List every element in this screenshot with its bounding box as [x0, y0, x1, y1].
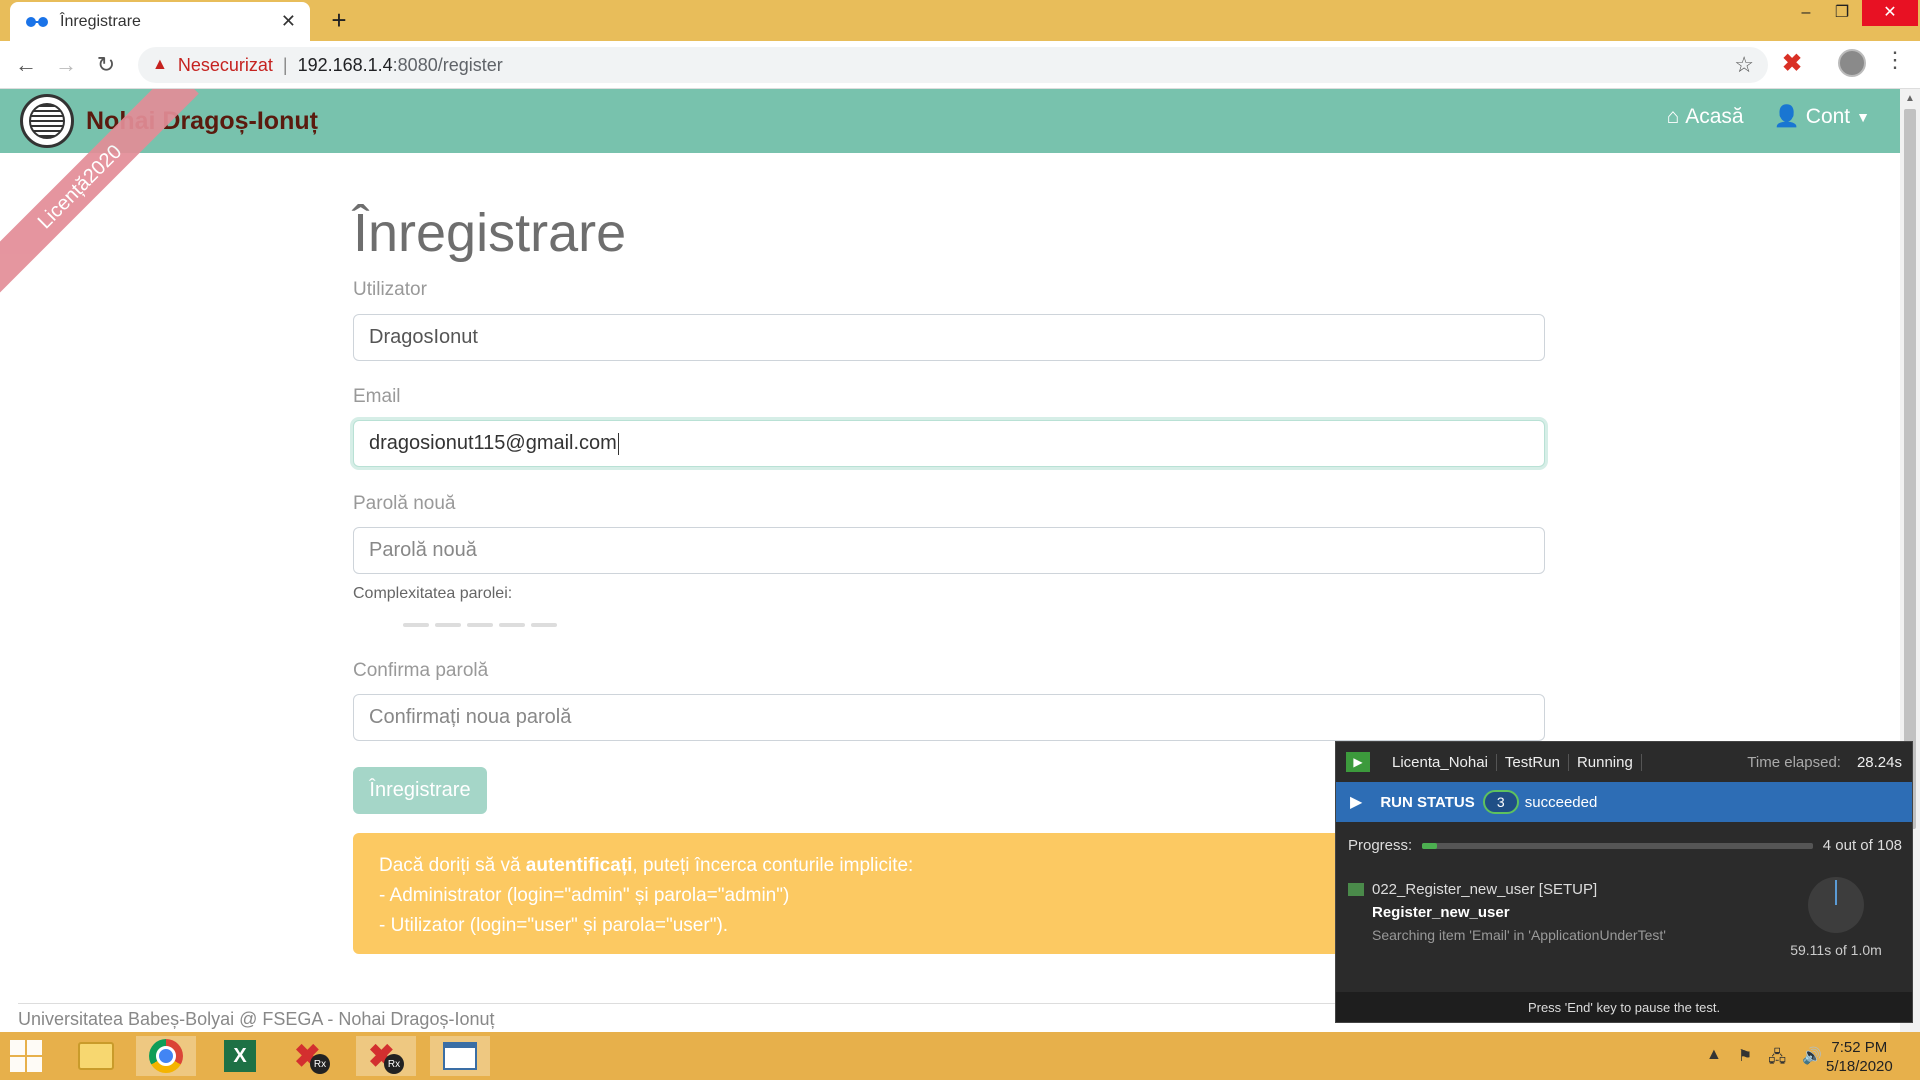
- current-step: 022_Register_new_user [SETUP] Register_n…: [1348, 878, 1778, 947]
- username-input[interactable]: DragosIonut: [353, 314, 1545, 361]
- chrome-icon[interactable]: [136, 1036, 196, 1076]
- taskbar-clock[interactable]: 7:52 PM 5/18/2020: [1826, 1038, 1893, 1076]
- profile-avatar[interactable]: [1838, 49, 1866, 77]
- back-arrow-icon[interactable]: ←: [10, 49, 42, 81]
- close-tab-icon[interactable]: ✕: [281, 11, 296, 32]
- nav-account-dropdown[interactable]: 👤 Cont ▼: [1774, 105, 1870, 129]
- flag-icon[interactable]: ⚑: [1738, 1046, 1752, 1073]
- nav-account-label: Cont: [1805, 105, 1851, 128]
- windows-start-icon[interactable]: [10, 1040, 42, 1072]
- reload-icon[interactable]: ↻: [90, 49, 122, 81]
- university-logo: [20, 94, 74, 148]
- new-tab-button[interactable]: +: [324, 4, 354, 36]
- scroll-up-icon[interactable]: ▲: [1905, 93, 1915, 104]
- minimize-button[interactable]: –: [1786, 0, 1826, 26]
- elapsed-label: Time elapsed:: [1747, 753, 1841, 771]
- email-input[interactable]: dragosionut115@gmail.com: [353, 420, 1545, 467]
- caret-down-icon: ▼: [1856, 109, 1870, 125]
- run-state: Running: [1569, 753, 1642, 771]
- application-window-icon[interactable]: [430, 1036, 490, 1076]
- succeeded-label: succeeded: [1524, 793, 1598, 811]
- file-explorer-icon[interactable]: [66, 1036, 126, 1076]
- restore-button[interactable]: ❐: [1822, 0, 1862, 26]
- project-name: Licenta_Nohai: [1384, 753, 1497, 771]
- run-status-bar: ▶ RUN STATUS 3 succeeded: [1336, 782, 1912, 822]
- pause-hint: Press 'End' key to pause the test.: [1336, 992, 1912, 1022]
- register-button[interactable]: Înregistrare: [353, 767, 487, 814]
- run-icon: ▶: [1346, 752, 1370, 772]
- run-status-label: RUN STATUS: [1380, 793, 1475, 811]
- progress-label: Progress:: [1348, 837, 1413, 854]
- browser-tab[interactable]: Înregistrare ✕: [10, 2, 310, 41]
- confirm-password-label: Confirma parolă: [353, 660, 489, 681]
- progress-bar-fill: [1422, 842, 1437, 849]
- ranorex-studio-icon[interactable]: ✖ Rx: [282, 1036, 342, 1076]
- page-footer: Universitatea Babeș-Bolyai @ FSEGA - Noh…: [18, 1009, 495, 1029]
- butterfly-icon: [26, 15, 48, 29]
- system-tray: ▲ ⚑ 🖧 🔊: [1706, 1046, 1822, 1073]
- test-case-icon: [1348, 883, 1364, 896]
- user-icon: 👤: [1773, 105, 1800, 128]
- show-hidden-icons[interactable]: ▲: [1706, 1046, 1722, 1073]
- step-name: 022_Register_new_user [SETUP]: [1372, 881, 1598, 898]
- ranorex-runner-icon[interactable]: ✖ Rx: [356, 1036, 416, 1076]
- password-strength-label: Complexitatea parolei:: [353, 585, 513, 602]
- browser-menu-icon[interactable]: ⋮: [1884, 47, 1906, 73]
- password-input[interactable]: Parolă nouă: [353, 527, 1545, 574]
- address-toolbar: ← → ↻ ▲ Nesecurizat | 192.168.1.4 :8080/…: [0, 41, 1920, 89]
- ranorex-extension-icon[interactable]: ✖: [1782, 49, 1802, 78]
- tab-title: Înregistrare: [60, 12, 141, 30]
- elapsed-value: 28.24s: [1856, 753, 1902, 771]
- module-name: Register_new_user: [1372, 904, 1510, 921]
- text-caret: [617, 432, 619, 455]
- email-label: Email: [353, 386, 401, 407]
- footer-divider: [18, 1003, 1358, 1004]
- network-icon[interactable]: 🖧: [1768, 1046, 1786, 1073]
- site-navbar: Nohai Dragoș-Ionuț ⌂ Acasă 👤 Cont ▼: [0, 89, 1900, 153]
- play-icon: ▶: [1350, 794, 1363, 811]
- url-path: :8080/register: [392, 54, 503, 75]
- bookmark-star-icon[interactable]: ☆: [1734, 52, 1754, 78]
- progress-row: Progress: 4 out of 108: [1348, 837, 1902, 854]
- password-strength-meter: [403, 623, 557, 627]
- forward-arrow-icon[interactable]: →: [50, 49, 82, 81]
- home-icon: ⌂: [1666, 105, 1680, 128]
- url-host: 192.168.1.4: [297, 54, 393, 75]
- nav-home[interactable]: ⌂ Acasă: [1667, 105, 1744, 129]
- warning-icon: ▲: [152, 56, 168, 73]
- progress-count: 4 out of 108: [1822, 837, 1902, 854]
- volume-icon[interactable]: 🔊: [1802, 1046, 1822, 1073]
- scrollbar-thumb[interactable]: [1904, 109, 1916, 829]
- password-label: Parolă nouă: [353, 493, 456, 514]
- url-bar[interactable]: ▲ Nesecurizat | 192.168.1.4 :8080/regist…: [138, 47, 1768, 83]
- current-action: Searching item 'Email' in 'ApplicationUn…: [1372, 927, 1666, 943]
- url-separator: |: [282, 54, 288, 75]
- windows-taskbar: X ✖ Rx ✖ Rx ▲ ⚑ 🖧 🔊 7:52 PM 5/18/2020: [0, 1032, 1920, 1080]
- progress-bar: [1422, 842, 1813, 849]
- confirm-password-input[interactable]: Confirmați noua parolă: [353, 694, 1545, 741]
- run-name: TestRun: [1497, 753, 1569, 771]
- timeout-pie-icon: [1808, 877, 1864, 933]
- timeout-label: 59.11s of 1.0m: [1790, 942, 1882, 958]
- page-title: Înregistrare: [353, 203, 627, 263]
- username-label: Utilizator: [353, 279, 427, 300]
- excel-icon[interactable]: X: [210, 1036, 270, 1076]
- nav-home-label: Acasă: [1685, 105, 1744, 128]
- test-runner-panel: ▶ Licenta_Nohai TestRun Running Time ela…: [1335, 741, 1913, 1023]
- browser-titlebar: Înregistrare ✕ + – ❐ ✕: [0, 0, 1920, 41]
- insecure-label: Nesecurizat: [177, 54, 273, 75]
- close-window-button[interactable]: ✕: [1862, 0, 1918, 26]
- succeeded-count-badge: 3: [1482, 790, 1519, 814]
